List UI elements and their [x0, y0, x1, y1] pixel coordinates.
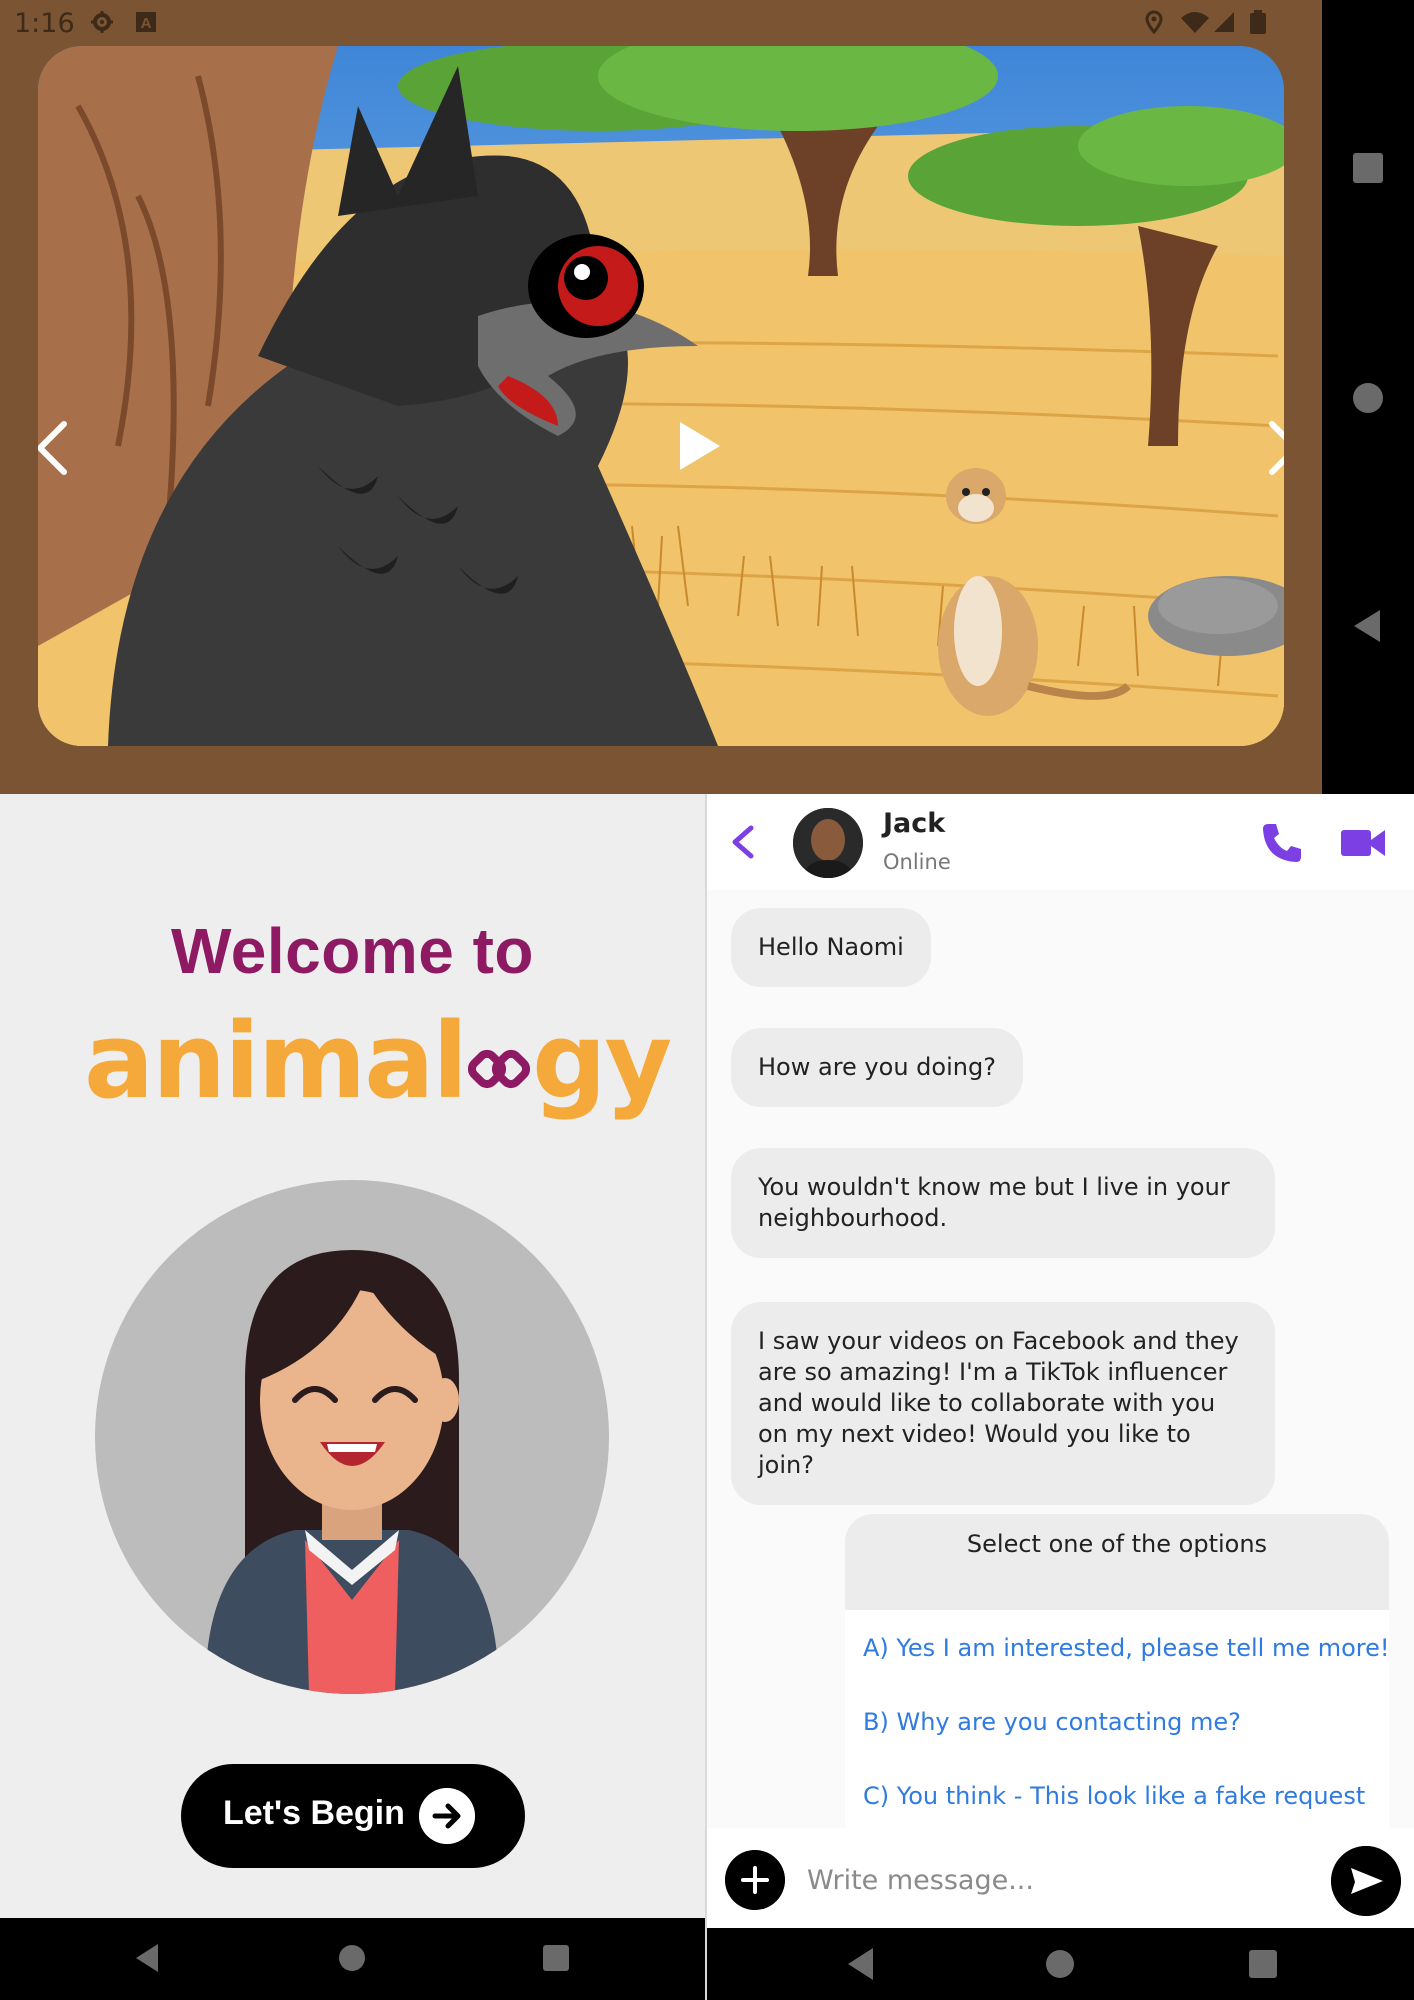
- back-triangle-icon[interactable]: [841, 1944, 881, 1984]
- signal-icon: [1214, 12, 1234, 32]
- add-attachment-button[interactable]: [725, 1850, 785, 1910]
- chat-panel: Jack Online Hello Naomi How are you doin…: [707, 794, 1414, 1928]
- video-panel: 1:16 A: [0, 0, 1322, 794]
- brand-logo-start: animal: [84, 1000, 468, 1122]
- home-circle-icon[interactable]: [1040, 1944, 1080, 1984]
- svg-text:A: A: [141, 15, 152, 32]
- lets-begin-button[interactable]: Let's Begin: [181, 1764, 525, 1868]
- chevron-left-icon: [38, 421, 67, 475]
- girl-avatar-illustration: [205, 1250, 499, 1694]
- recents-square-icon[interactable]: [538, 1940, 574, 1976]
- brand-knot-icon: [468, 1049, 531, 1089]
- play-button[interactable]: [668, 416, 728, 476]
- chevron-right-icon: [1269, 421, 1284, 475]
- status-time: 1:16: [14, 8, 75, 39]
- brand-logo-end: gy: [532, 1000, 672, 1122]
- chat-header: Jack Online: [707, 794, 1414, 890]
- contact-status: Online: [883, 850, 951, 874]
- message-composer: [707, 1828, 1414, 1928]
- system-nav-bar-right: [1322, 0, 1414, 794]
- arrow-right-icon: [419, 1788, 475, 1844]
- brand-logo: animal gy: [84, 1000, 672, 1122]
- option-b[interactable]: B) Why are you contacting me?: [863, 1708, 1241, 1736]
- battery-icon: [1250, 10, 1266, 34]
- option-c[interactable]: C) You think - This look like a fake req…: [863, 1782, 1365, 1810]
- back-button[interactable]: [723, 820, 763, 864]
- option-a[interactable]: A) Yes I am interested, please tell me m…: [863, 1634, 1389, 1662]
- square-icon[interactable]: [1346, 146, 1390, 190]
- home-circle-icon[interactable]: [334, 1940, 370, 1976]
- back-triangle-icon[interactable]: [130, 1940, 166, 1976]
- a-icon: A: [136, 12, 156, 32]
- message-bubble: You wouldn't know me but I live in your …: [731, 1148, 1275, 1258]
- video-player[interactable]: [38, 46, 1284, 746]
- options-title: Select one of the options: [845, 1514, 1389, 1610]
- status-bar: 1:16 A: [0, 0, 1322, 46]
- reply-options-card: Select one of the options A) Yes I am in…: [845, 1514, 1389, 1844]
- system-nav-bar-chat: [707, 1928, 1414, 2000]
- message-bubble: I saw your videos on Facebook and they a…: [731, 1302, 1275, 1505]
- savanna-scene: [38, 46, 1284, 746]
- phone-icon: [1263, 824, 1301, 862]
- message-input[interactable]: [807, 1854, 1327, 1906]
- send-button[interactable]: [1331, 1846, 1401, 1916]
- chevron-left-icon: [732, 825, 754, 859]
- welcome-title: Welcome to: [171, 915, 534, 987]
- circle-icon[interactable]: [1346, 376, 1390, 420]
- triangle-back-icon[interactable]: [1346, 604, 1390, 648]
- location-icon: [1145, 10, 1163, 34]
- previous-video-button[interactable]: [38, 408, 86, 488]
- man-photo-icon: [793, 808, 863, 878]
- video-call-button[interactable]: [1341, 824, 1385, 862]
- contact-avatar: [793, 808, 863, 878]
- next-video-button[interactable]: [1250, 408, 1284, 488]
- user-avatar: [95, 1180, 609, 1694]
- play-icon: [680, 422, 720, 470]
- lets-begin-label: Let's Begin: [223, 1794, 405, 1832]
- message-bubble: Hello Naomi: [731, 908, 931, 987]
- contact-name: Jack: [883, 808, 946, 839]
- welcome-panel: Welcome to animal gy Let's Begin: [0, 794, 705, 1918]
- phone-call-button[interactable]: [1259, 820, 1305, 866]
- wifi-icon: [1181, 12, 1209, 33]
- system-nav-bar-left: [0, 1918, 705, 2000]
- gear-icon: [91, 11, 113, 33]
- video-camera-icon: [1341, 830, 1371, 856]
- recents-square-icon[interactable]: [1243, 1944, 1283, 1984]
- message-bubble: How are you doing?: [731, 1028, 1023, 1107]
